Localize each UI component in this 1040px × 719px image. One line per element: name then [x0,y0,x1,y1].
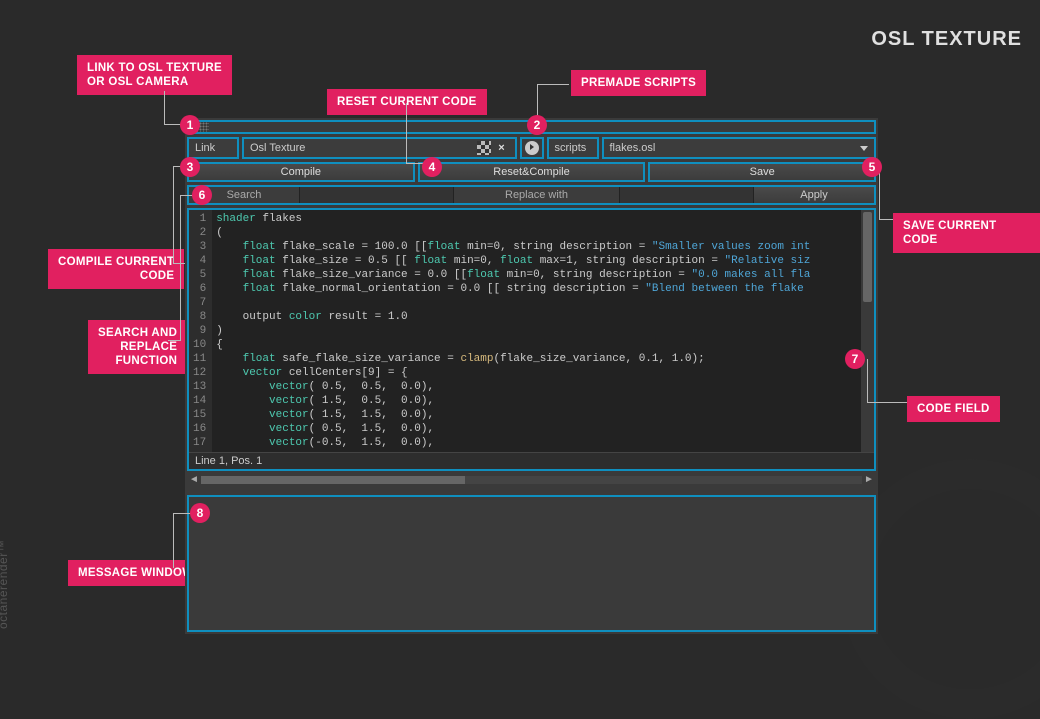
osl-editor-panel: Link Osl Texture × scripts flakes.osl Co… [185,118,878,634]
brand-watermark: octanerender™ [0,540,10,629]
callout-codefield: CODE FIELD [907,396,1000,422]
cursor-status: Line 1, Pos. 1 [189,452,874,469]
apply-button[interactable]: Apply [754,187,874,203]
scroll-left-icon[interactable]: ◄ [189,475,199,485]
badge-7: 7 [845,349,865,369]
horizontal-scrollbar[interactable]: ◄ ► [187,473,876,487]
callout-search: SEARCH AND REPLACE FUNCTION [88,320,187,374]
badge-1: 1 [180,115,200,135]
scripts-label: scripts [547,137,599,159]
vertical-scrollbar[interactable] [861,210,874,452]
callout-msgwin: MESSAGE WINDOW [68,560,203,586]
scripts-value: flakes.osl [610,142,656,154]
callout-premade: PREMADE SCRIPTS [571,70,706,96]
link-label: Link [187,137,239,159]
callout-save: SAVE CURRENT CODE [893,213,1040,253]
link-value[interactable]: Osl Texture × [242,137,517,159]
page-title: OSL TEXTURE [871,28,1022,51]
link-value-text: Osl Texture [250,142,305,154]
scripts-dropdown[interactable]: flakes.osl [602,137,877,159]
action-icon[interactable] [520,137,544,159]
badge-4: 4 [422,157,442,177]
play-icon [525,141,539,155]
replace-label: Replace with [454,187,619,203]
code-text[interactable]: shader flakes ( float flake_scale = 100.… [212,210,861,452]
replace-input[interactable] [619,187,754,203]
chevron-down-icon [860,146,868,151]
save-button[interactable]: Save [648,162,876,182]
delete-icon[interactable]: × [495,141,509,155]
line-gutter: 1 2 3 4 5 6 7 8 9 10 11 12 13 14 15 16 1… [189,210,212,452]
badge-8: 8 [190,503,210,523]
callout-link: LINK TO OSL TEXTURE OR OSL CAMERA [77,55,232,95]
message-window[interactable] [187,495,876,632]
scroll-right-icon[interactable]: ► [864,475,874,485]
compile-button[interactable]: Compile [187,162,415,182]
code-field[interactable]: 1 2 3 4 5 6 7 8 9 10 11 12 13 14 15 16 1… [187,208,876,471]
checker-icon[interactable] [477,141,491,155]
badge-3: 3 [180,157,200,177]
reset-compile-button[interactable]: Reset&Compile [418,162,646,182]
badge-5: 5 [862,157,882,177]
search-input[interactable] [299,187,454,203]
callout-compile: COMPILE CURRENT CODE [48,249,184,289]
badge-6: 6 [192,185,212,205]
badge-2: 2 [527,115,547,135]
